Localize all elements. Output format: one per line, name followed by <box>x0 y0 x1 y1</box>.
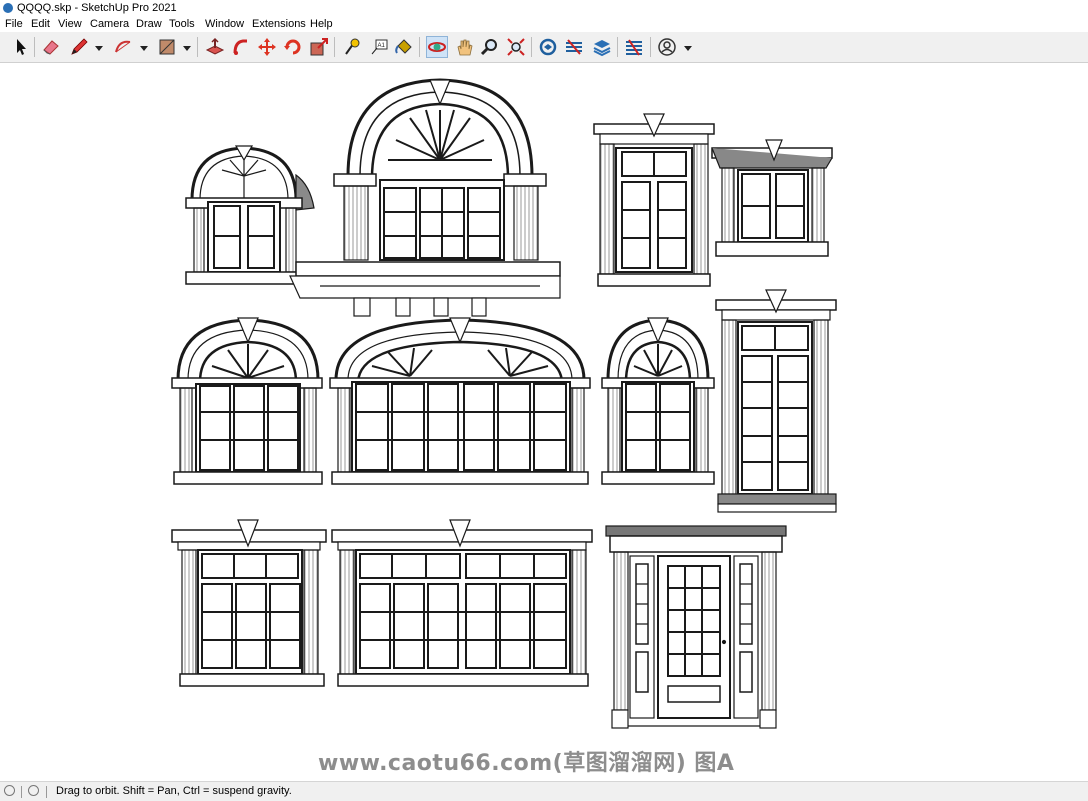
extension-warehouse-button[interactable] <box>563 36 585 58</box>
toolbar-separator <box>617 37 618 57</box>
segmental-arch-window-wide <box>329 317 591 485</box>
window-models-drawing <box>171 78 837 729</box>
status-message: Drag to orbit. Shift = Pan, Ctrl = suspe… <box>56 785 292 797</box>
flat-pediment-window-triple <box>171 519 327 687</box>
arc-icon <box>115 40 131 53</box>
rectangle-tool-dropdown-caret[interactable] <box>183 46 191 51</box>
layout-icon <box>593 40 611 57</box>
extension-manager-icon <box>626 39 642 56</box>
toolbar-separator <box>650 37 651 57</box>
paint-bucket-tool-button[interactable] <box>393 36 415 58</box>
eraser-tool-button[interactable] <box>40 36 62 58</box>
layout-send-button[interactable] <box>591 36 613 58</box>
menu-window[interactable]: Window <box>205 16 244 32</box>
tape-icon <box>345 38 360 55</box>
tape-measure-tool-button[interactable] <box>341 36 363 58</box>
extension-icon <box>566 39 582 55</box>
toolbar-separator <box>34 37 35 57</box>
pedimented-window-narrow <box>715 289 837 513</box>
zoom-extents-tool-button[interactable] <box>505 36 527 58</box>
menu-help[interactable]: Help <box>310 16 333 32</box>
pedimented-window-tall <box>593 113 715 287</box>
line-tool-button[interactable] <box>68 36 90 58</box>
main-toolbar: A1 <box>0 32 1088 63</box>
3d-warehouse-button[interactable] <box>537 36 559 58</box>
scale-tool-button[interactable] <box>308 36 330 58</box>
pencil-icon <box>71 38 88 55</box>
flat-pediment-window-wide <box>331 519 593 687</box>
push-pull-tool-button[interactable] <box>204 36 226 58</box>
toolbar-separator <box>531 37 532 57</box>
dormer-window-small <box>185 145 315 285</box>
toolbar-separator <box>197 37 198 57</box>
rectangle-icon <box>159 39 175 55</box>
window-title: QQQQ.skp - SketchUp Pro 2021 <box>17 2 177 14</box>
rotate-icon <box>284 39 301 55</box>
arrow-icon <box>17 39 26 55</box>
arched-window-triple <box>171 317 323 485</box>
user-icon <box>658 38 676 56</box>
arched-window-grand <box>289 78 561 317</box>
account-button[interactable] <box>656 36 678 58</box>
status-separator <box>46 786 47 798</box>
warehouse-icon <box>539 38 557 56</box>
arc-tool-dropdown-caret[interactable] <box>140 46 148 51</box>
menu-camera[interactable]: Camera <box>90 16 129 32</box>
watermark-text: www.caotu66.com(草图溜溜网) 图A <box>318 751 735 776</box>
svg-text:A1: A1 <box>378 43 386 49</box>
toolbar-separator <box>419 37 420 57</box>
menu-bar: File Edit View Camera Draw Tools Window … <box>0 16 1088 33</box>
menu-file[interactable]: File <box>5 16 23 32</box>
select-tool-button[interactable] <box>10 36 32 58</box>
menu-edit[interactable]: Edit <box>31 16 50 32</box>
hand-icon <box>457 39 473 56</box>
magnifier-icon <box>480 39 497 56</box>
info-icon[interactable] <box>28 785 39 796</box>
text-tool-button[interactable]: A1 <box>368 36 390 58</box>
title-bar: QQQQ.skp - SketchUp Pro 2021 <box>0 0 1088 16</box>
orbit-tool-button[interactable] <box>426 36 448 58</box>
account-dropdown-caret[interactable] <box>684 46 692 51</box>
extension-manager-button[interactable] <box>623 36 645 58</box>
push-pull-icon <box>205 37 225 55</box>
rectangle-tool-button[interactable] <box>156 36 178 58</box>
arc-tool-button[interactable] <box>112 36 134 58</box>
entrance-door <box>605 525 787 729</box>
zoom-tool-button[interactable] <box>478 36 500 58</box>
move-icon <box>258 38 276 56</box>
sketchup-logo-icon <box>3 3 13 13</box>
geolocation-icon[interactable] <box>4 785 15 796</box>
line-tool-dropdown-caret[interactable] <box>95 46 103 51</box>
toolbar-separator <box>334 37 335 57</box>
move-tool-button[interactable] <box>256 36 278 58</box>
pan-tool-button[interactable] <box>453 36 475 58</box>
follow-me-tool-button[interactable] <box>230 36 252 58</box>
paint-bucket-icon <box>395 39 412 54</box>
status-separator <box>21 786 22 798</box>
text-icon: A1 <box>371 39 388 55</box>
scale-icon <box>310 38 328 56</box>
zoom-extents-icon <box>507 38 525 56</box>
drawing-canvas[interactable] <box>0 63 1088 781</box>
rotate-tool-button[interactable] <box>282 36 304 58</box>
orbit-icon <box>428 42 446 52</box>
menu-draw[interactable]: Draw <box>136 16 162 32</box>
pedimented-window-small <box>711 139 833 257</box>
follow-me-icon <box>233 39 247 55</box>
status-bar: Drag to orbit. Shift = Pan, Ctrl = suspe… <box>0 781 1088 801</box>
menu-view[interactable]: View <box>58 16 82 32</box>
menu-extensions[interactable]: Extensions <box>252 16 306 32</box>
eraser-icon <box>43 40 59 55</box>
menu-tools[interactable]: Tools <box>169 16 195 32</box>
arched-window-double <box>601 317 715 485</box>
